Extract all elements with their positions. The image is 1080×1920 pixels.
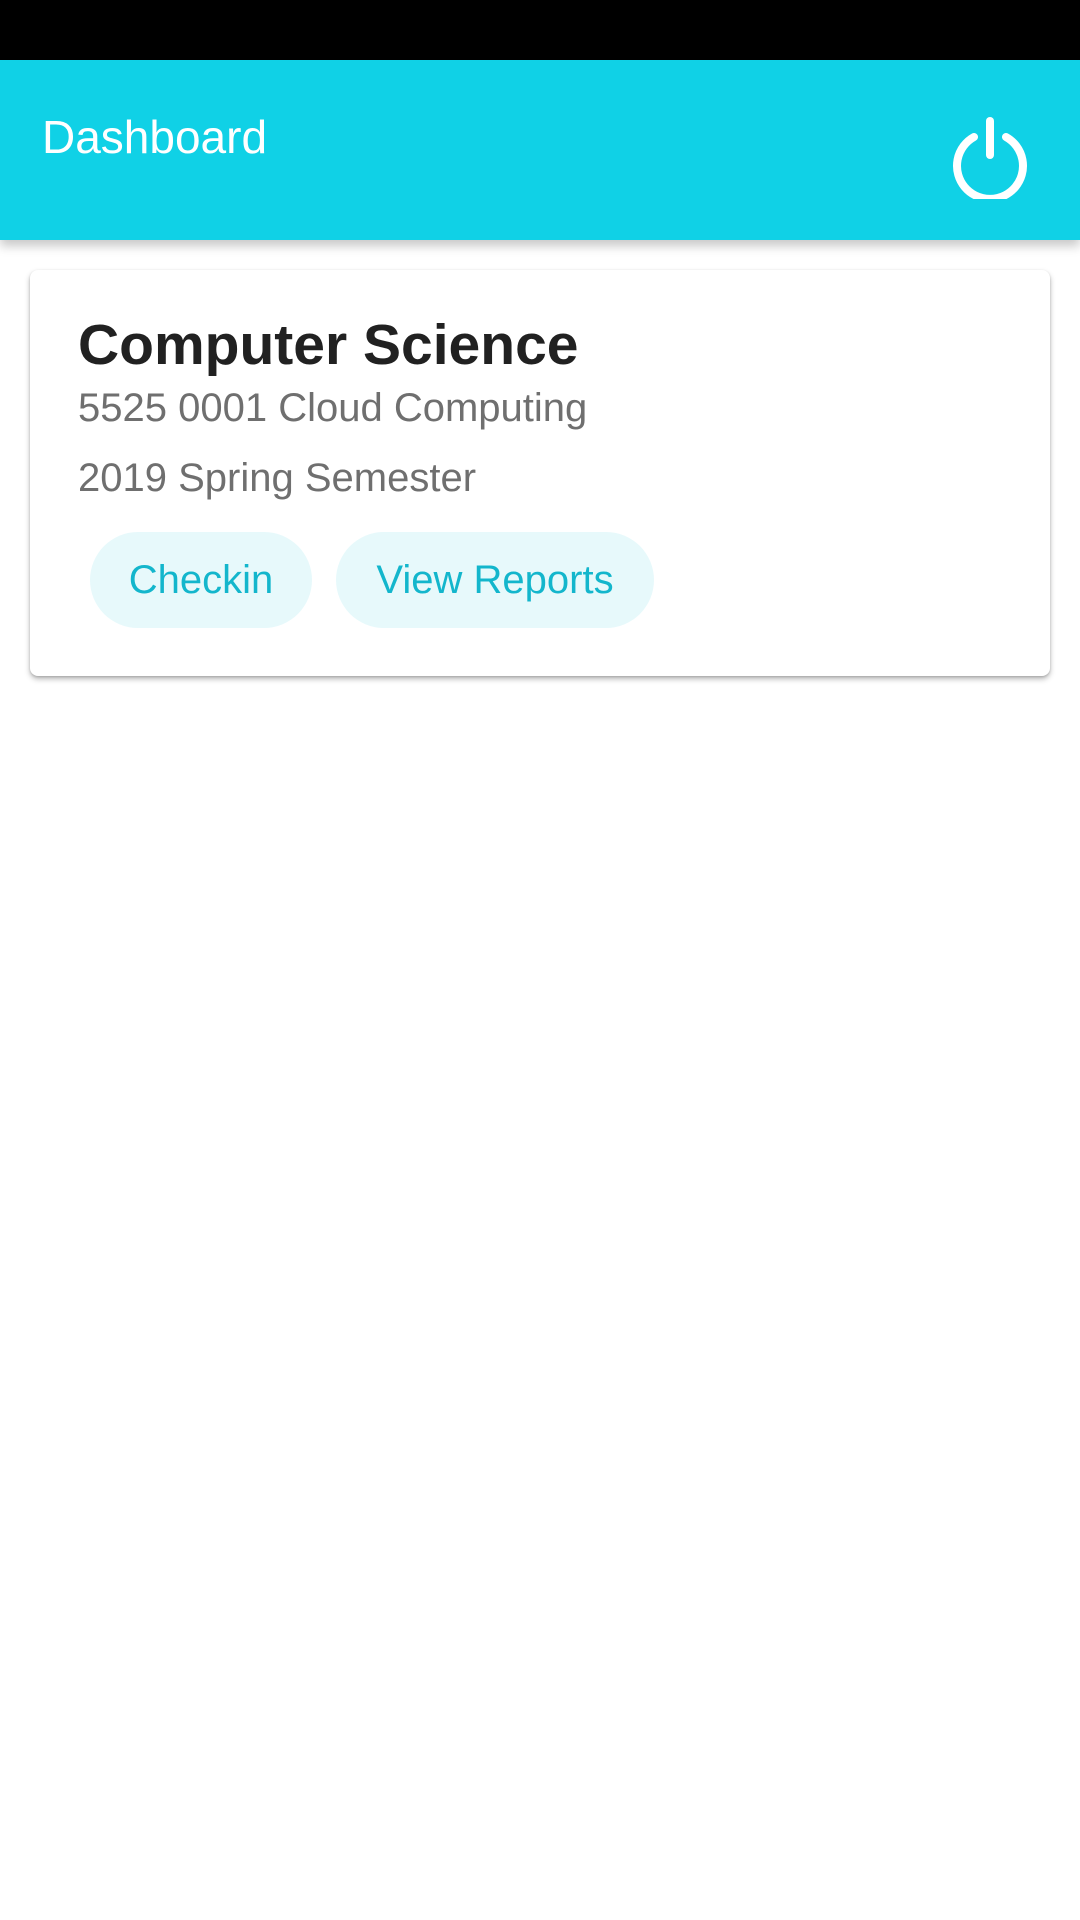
- view-reports-button[interactable]: View Reports: [336, 532, 654, 628]
- status-bar: [0, 0, 1080, 60]
- app-bar: Dashboard: [0, 60, 1080, 240]
- page-title: Dashboard: [42, 111, 268, 163]
- power-icon: [953, 117, 1027, 199]
- semester-label: 2019 Spring Semester: [78, 456, 477, 500]
- course-name: 5525 0001 Cloud Computing: [78, 386, 588, 430]
- checkin-button[interactable]: Checkin: [90, 532, 312, 628]
- course-card: Computer Science 5525 0001 Cloud Computi…: [30, 270, 1050, 676]
- department-title: Computer Science: [78, 313, 579, 377]
- logout-button[interactable]: [935, 102, 1045, 212]
